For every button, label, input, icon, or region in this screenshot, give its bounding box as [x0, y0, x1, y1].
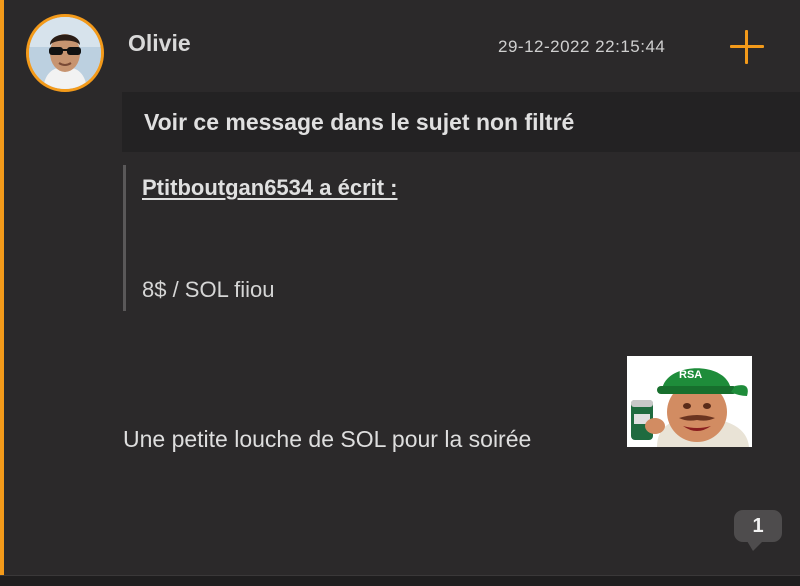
sticker-caption: RSA [679, 369, 702, 381]
quote-author[interactable]: Ptitboutgan6534 a écrit : [142, 175, 398, 201]
quote-text: 8$ / SOL fiiou [142, 277, 275, 302]
message-text: Une petite louche de SOL pour la soirée [123, 426, 532, 452]
reply-count-badge[interactable]: 1 [734, 510, 782, 551]
author-name[interactable]: Olivie [128, 30, 191, 57]
post-timestamp: 29-12-2022 22:15:44 [498, 37, 666, 56]
forum-post: Olivie 29-12-2022 22:15:44 Voir ce messa… [0, 0, 800, 575]
quote-block: Ptitboutgan6534 a écrit : 8$ / SOL fiiou [123, 165, 526, 311]
post-separator [0, 575, 800, 586]
sticker-image[interactable]: RSA [627, 356, 752, 447]
reply-count: 1 [752, 515, 764, 537]
avatar[interactable] [26, 14, 104, 92]
risitas-sticker-icon: RSA [627, 356, 752, 447]
unfiltered-bar: Voir ce message dans le sujet non filtré [122, 92, 800, 152]
view-unfiltered-link[interactable]: Voir ce message dans le sujet non filtré [144, 109, 574, 136]
avatar-image [29, 17, 101, 89]
plus-icon[interactable] [730, 30, 764, 64]
